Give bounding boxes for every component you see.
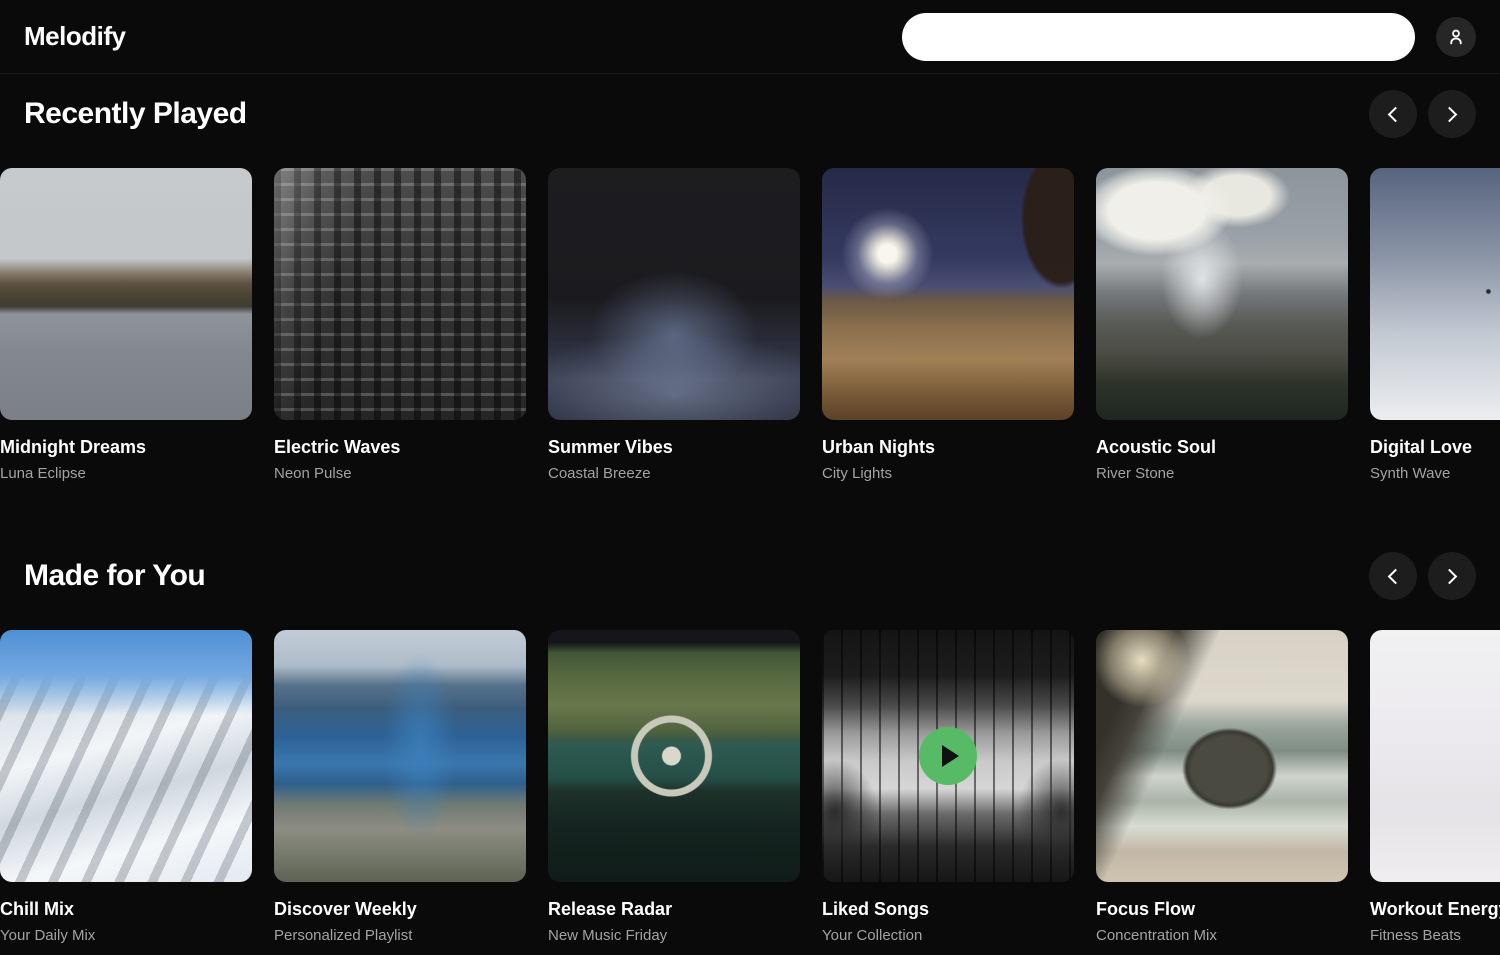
card-subtitle: Concentration Mix	[1096, 927, 1348, 944]
playlist-card[interactable]: Focus Flow Concentration Mix	[1096, 630, 1348, 944]
card-subtitle: Luna Eclipse	[0, 465, 252, 482]
playlist-card[interactable]: Midnight Dreams Luna Eclipse	[0, 168, 252, 482]
playlist-card[interactable]: Discover Weekly Personalized Playlist	[274, 630, 526, 944]
card-art	[274, 168, 526, 420]
card-title: Chill Mix	[0, 899, 252, 920]
card-title: Urban Nights	[822, 437, 1074, 458]
card-title: Focus Flow	[1096, 899, 1348, 920]
card-title: Midnight Dreams	[0, 437, 252, 458]
playlist-card[interactable]: Summer Vibes Coastal Breeze	[548, 168, 800, 482]
card-art	[548, 168, 800, 420]
top-bar: Melodify	[0, 0, 1500, 74]
scroll-right-button[interactable]	[1428, 90, 1476, 138]
card-title: Workout Energy	[1370, 899, 1500, 920]
card-subtitle: New Music Friday	[548, 927, 800, 944]
section: Made for You Chill Mix Your Daily Mix Di…	[0, 552, 1500, 944]
playlist-card[interactable]: Acoustic Soul River Stone	[1096, 168, 1348, 482]
card-subtitle: Coastal Breeze	[548, 465, 800, 482]
card-subtitle: City Lights	[822, 465, 1074, 482]
profile-button[interactable]	[1436, 17, 1476, 57]
card-title: Summer Vibes	[548, 437, 800, 458]
card-art	[822, 168, 1074, 420]
playlist-card[interactable]: Workout Energy Fitness Beats	[1370, 630, 1500, 944]
card-art	[1096, 168, 1348, 420]
user-icon	[1445, 26, 1467, 48]
search-input[interactable]	[902, 13, 1415, 61]
chevron-left-icon	[1388, 106, 1404, 122]
card-subtitle: Synth Wave	[1370, 465, 1500, 482]
card-art	[0, 168, 252, 420]
chevron-right-icon	[1442, 568, 1458, 584]
card-title: Acoustic Soul	[1096, 437, 1348, 458]
card-row: Midnight Dreams Luna Eclipse Electric Wa…	[0, 168, 1500, 482]
card-art	[0, 630, 252, 882]
section-header: Recently Played	[0, 90, 1500, 138]
card-art	[274, 630, 526, 882]
section: Recently Played Midnight Dreams Luna Ecl…	[0, 90, 1500, 482]
app-logo: Melodify	[24, 21, 125, 52]
scroll-right-button[interactable]	[1428, 552, 1476, 600]
chevron-left-icon	[1388, 568, 1404, 584]
playlist-card[interactable]: Urban Nights City Lights	[822, 168, 1074, 482]
scroll-left-button[interactable]	[1369, 90, 1417, 138]
chevron-right-icon	[1442, 106, 1458, 122]
card-art	[548, 630, 800, 882]
playlist-card[interactable]: Release Radar New Music Friday	[548, 630, 800, 944]
section-title: Made for You	[24, 559, 205, 593]
card-subtitle: Your Daily Mix	[0, 927, 252, 944]
playlist-card[interactable]: Chill Mix Your Daily Mix	[0, 630, 252, 944]
card-title: Discover Weekly	[274, 899, 526, 920]
scroll-left-button[interactable]	[1369, 552, 1417, 600]
card-title: Release Radar	[548, 899, 800, 920]
card-art	[822, 630, 1074, 882]
play-button[interactable]	[919, 727, 977, 785]
card-subtitle: Neon Pulse	[274, 465, 526, 482]
card-title: Liked Songs	[822, 899, 1074, 920]
card-subtitle: Your Collection	[822, 927, 1074, 944]
section-header: Made for You	[0, 552, 1500, 600]
content: Recently Played Midnight Dreams Luna Ecl…	[0, 90, 1500, 944]
card-art	[1370, 630, 1500, 882]
card-title: Digital Love	[1370, 437, 1500, 458]
card-row: Chill Mix Your Daily Mix Discover Weekly…	[0, 630, 1500, 944]
playlist-card[interactable]: Electric Waves Neon Pulse	[274, 168, 526, 482]
card-title: Electric Waves	[274, 437, 526, 458]
playlist-card[interactable]: Liked Songs Your Collection	[822, 630, 1074, 944]
section-nav	[1369, 90, 1476, 138]
card-subtitle: Personalized Playlist	[274, 927, 526, 944]
section-nav	[1369, 552, 1476, 600]
card-subtitle: Fitness Beats	[1370, 927, 1500, 944]
play-icon	[942, 745, 959, 767]
card-subtitle: River Stone	[1096, 465, 1348, 482]
playlist-card[interactable]: Digital Love Synth Wave	[1370, 168, 1500, 482]
card-art	[1370, 168, 1500, 420]
section-title: Recently Played	[24, 97, 247, 131]
card-art	[1096, 630, 1348, 882]
